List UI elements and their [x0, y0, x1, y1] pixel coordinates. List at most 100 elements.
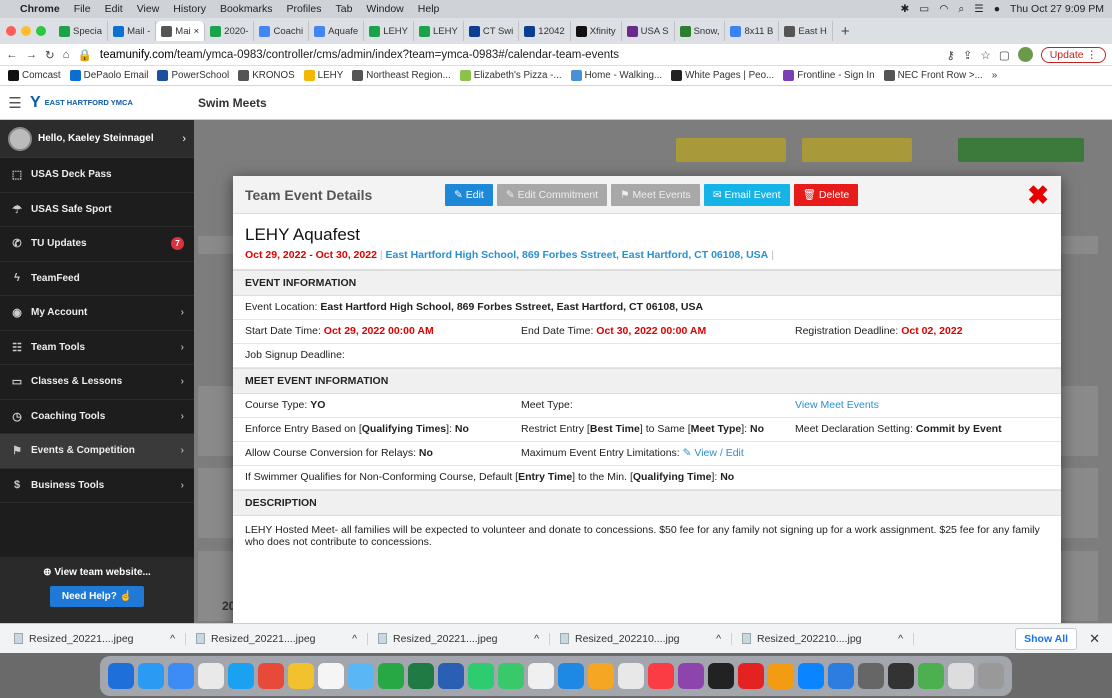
- view-team-website-link[interactable]: ⊕ View team website...: [0, 567, 194, 578]
- reload-icon[interactable]: ↻: [45, 48, 55, 62]
- dock-app-icon[interactable]: [558, 662, 584, 689]
- home-icon[interactable]: ⌂: [63, 49, 70, 61]
- dock-app-icon[interactable]: [828, 662, 854, 689]
- chevron-up-icon[interactable]: ^: [716, 633, 721, 645]
- download-item[interactable]: Resized_20221....jpeg ^: [186, 632, 368, 645]
- dock-app-icon[interactable]: [408, 662, 434, 689]
- close-downloads-icon[interactable]: ✕: [1077, 631, 1112, 647]
- menu-help[interactable]: Help: [418, 3, 440, 15]
- siri-icon[interactable]: ●: [994, 3, 1000, 15]
- dock-app-icon[interactable]: [258, 662, 284, 689]
- browser-tab[interactable]: East H: [779, 21, 833, 41]
- dock-app-icon[interactable]: [138, 662, 164, 689]
- download-item[interactable]: Resized_20221....jpeg ^: [4, 632, 186, 645]
- bookmark-item[interactable]: Comcast: [8, 70, 61, 81]
- browser-tab[interactable]: Coachi: [254, 21, 310, 41]
- bookmark-item[interactable]: Elizabeth's Pizza -...: [459, 70, 562, 81]
- menu-window[interactable]: Window: [366, 3, 403, 15]
- browser-tab[interactable]: LEHY: [414, 21, 464, 41]
- browser-tab[interactable]: Snow,: [675, 21, 726, 41]
- bookmark-item[interactable]: Frontline - Sign In: [783, 70, 875, 81]
- sidebar-item-team-tools[interactable]: ☷ Team Tools ›: [0, 331, 194, 365]
- dock-app-icon[interactable]: [948, 662, 974, 689]
- bookmark-item[interactable]: NEC Front Row >...: [883, 70, 983, 81]
- browser-tab[interactable]: 2020-: [205, 21, 255, 41]
- menu-file[interactable]: File: [74, 3, 91, 15]
- delete-button[interactable]: 🗑 Delete: [793, 183, 859, 206]
- dock-app-icon[interactable]: [498, 662, 524, 689]
- dock-app-icon[interactable]: [708, 662, 734, 689]
- lock-icon[interactable]: 🔒: [78, 48, 92, 62]
- email-event-button[interactable]: ✉ Email Event: [703, 183, 790, 206]
- menubar-clock[interactable]: Thu Oct 27 9:09 PM: [1010, 3, 1104, 15]
- dock-app-icon[interactable]: [978, 662, 1004, 689]
- need-help-button[interactable]: Need Help? ☝: [49, 586, 145, 607]
- dock-app-icon[interactable]: [858, 662, 884, 689]
- control-center-icon[interactable]: ☰: [974, 3, 983, 15]
- menu-bookmarks[interactable]: Bookmarks: [220, 3, 273, 15]
- menu-edit[interactable]: Edit: [105, 3, 123, 15]
- dock-app-icon[interactable]: [168, 662, 194, 689]
- browser-tab[interactable]: 8x11 B: [725, 21, 780, 41]
- menu-history[interactable]: History: [173, 3, 206, 15]
- dock-app-icon[interactable]: [288, 662, 314, 689]
- browser-tab[interactable]: Xfinity: [571, 21, 622, 41]
- dock-app-icon[interactable]: [648, 662, 674, 689]
- view-edit-link[interactable]: ✎ View / Edit: [683, 447, 744, 459]
- dock-app-icon[interactable]: [228, 662, 254, 689]
- dock-app-icon[interactable]: [888, 662, 914, 689]
- bookmark-item[interactable]: LEHY: [303, 70, 343, 81]
- dock-app-icon[interactable]: [678, 662, 704, 689]
- sidebar-item-coaching-tools[interactable]: ◷ Coaching Tools ›: [0, 400, 194, 434]
- chevron-up-icon[interactable]: ^: [898, 633, 903, 645]
- chevron-up-icon[interactable]: ^: [352, 633, 357, 645]
- dock-app-icon[interactable]: [378, 662, 404, 689]
- close-icon[interactable]: ✖: [1027, 182, 1049, 208]
- profile-avatar-icon[interactable]: [1017, 47, 1033, 62]
- menu-app-name[interactable]: Chrome: [20, 3, 60, 15]
- sidebar-item-usas-safe-sport[interactable]: ☂ USAS Safe Sport: [0, 193, 194, 227]
- zoom-window-button[interactable]: [36, 26, 46, 36]
- back-icon[interactable]: ←: [6, 49, 18, 61]
- close-window-button[interactable]: [6, 26, 16, 36]
- download-item[interactable]: Resized_202210....jpg ^: [550, 632, 732, 645]
- download-item[interactable]: Resized_202210....jpg ^: [732, 632, 914, 645]
- sidebar-item-my-account[interactable]: ◉ My Account ›: [0, 296, 194, 331]
- hamburger-menu-icon[interactable]: ☰: [0, 94, 30, 112]
- bookmark-item[interactable]: KRONOS: [238, 70, 295, 81]
- dock-app-icon[interactable]: [108, 662, 134, 689]
- browser-tab[interactable]: Mail -: [108, 21, 157, 41]
- edit-commitment-button[interactable]: ✎ Edit Commitment: [496, 183, 608, 206]
- dock-app-icon[interactable]: [618, 662, 644, 689]
- forward-icon[interactable]: →: [26, 49, 38, 61]
- sidebar-item-tu-updates[interactable]: ✆ TU Updates 7: [0, 227, 194, 262]
- dock-app-icon[interactable]: [348, 662, 374, 689]
- bookmark-item[interactable]: White Pages | Peo...: [671, 70, 774, 81]
- bookmark-item[interactable]: Home - Walking...: [570, 70, 662, 81]
- show-all-button[interactable]: Show All: [1015, 627, 1078, 650]
- browser-tab[interactable]: Specia: [54, 21, 109, 41]
- edit-button[interactable]: ✎ Edit: [445, 183, 493, 206]
- dock-app-icon[interactable]: [588, 662, 614, 689]
- ymca-logo[interactable]: Y EAST HARTFORD YMCA: [30, 94, 190, 112]
- dock-app-icon[interactable]: [198, 662, 224, 689]
- dock-app-icon[interactable]: [468, 662, 494, 689]
- download-item[interactable]: Resized_20221....jpeg ^: [368, 632, 550, 645]
- wifi-icon[interactable]: ◠: [939, 3, 948, 15]
- sidebar-user[interactable]: Hello, Kaeley Steinnagel ›: [0, 120, 194, 158]
- menu-profiles[interactable]: Profiles: [286, 3, 321, 15]
- bluetooth-icon[interactable]: ✱: [900, 3, 909, 15]
- bookmark-item[interactable]: Northeast Region...: [352, 70, 451, 81]
- menu-view[interactable]: View: [137, 3, 160, 15]
- browser-tab[interactable]: LEHY: [364, 21, 415, 41]
- chevron-up-icon[interactable]: ^: [170, 633, 175, 645]
- update-button[interactable]: Update ⋮: [1040, 46, 1106, 63]
- spotlight-icon[interactable]: ⌕: [958, 3, 964, 16]
- more-bookmarks-icon[interactable]: »: [992, 70, 997, 81]
- browser-tab[interactable]: Aquafe: [309, 21, 365, 41]
- browser-tab[interactable]: 12042: [519, 21, 571, 41]
- view-meet-events-link[interactable]: View Meet Events: [795, 399, 1049, 411]
- dock-app-icon[interactable]: [318, 662, 344, 689]
- url-field[interactable]: teamunify.com/team/ymca-0983/controller/…: [100, 49, 939, 61]
- sidebar-item-events-competition[interactable]: ⚑ Events & Competition ›: [0, 434, 194, 469]
